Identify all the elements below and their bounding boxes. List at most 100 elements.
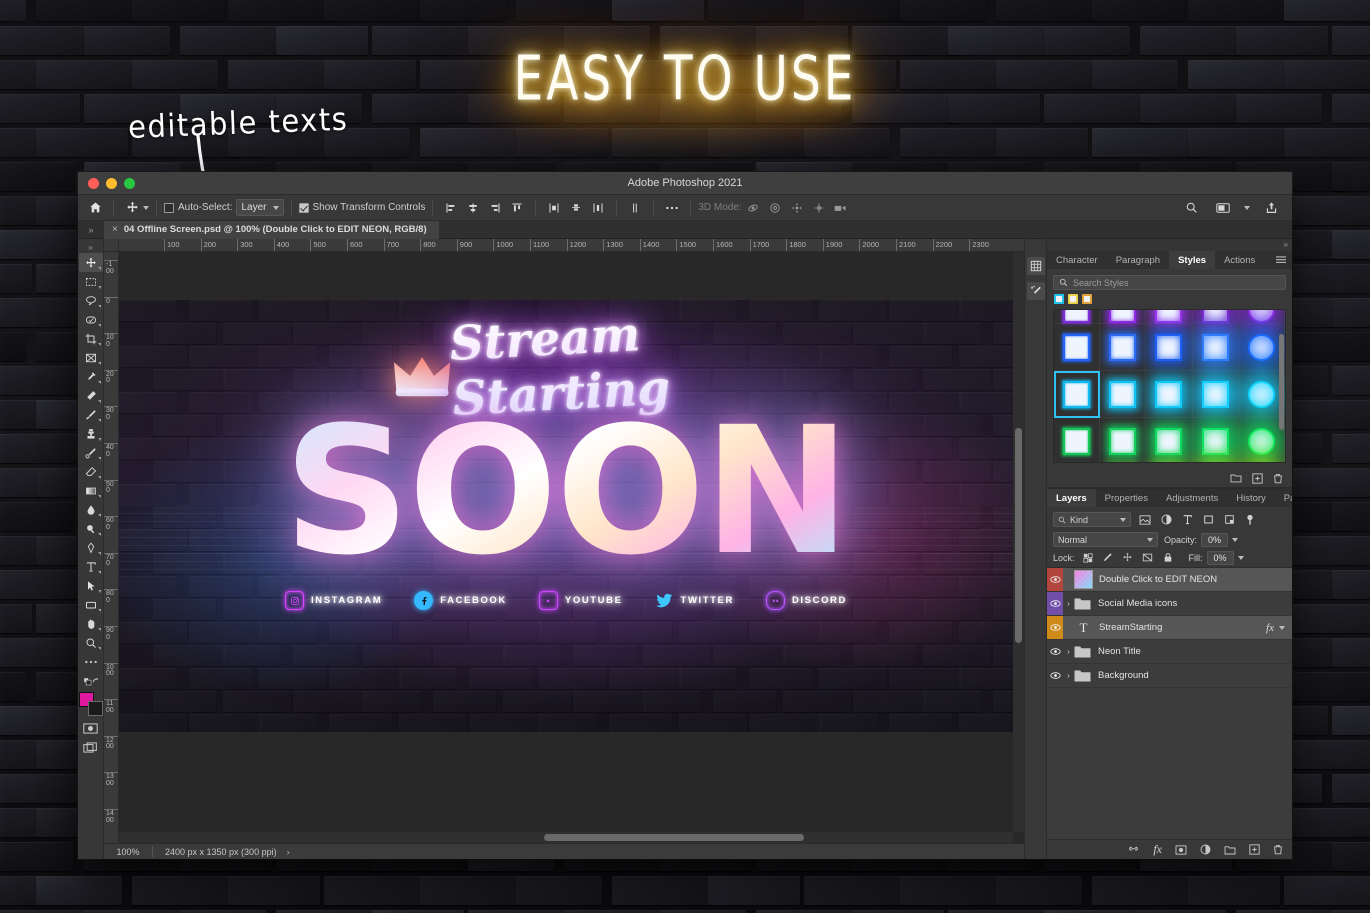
gradient-tool[interactable]: [79, 481, 103, 500]
color-swatches[interactable]: [78, 692, 103, 716]
layer-effects-indicator[interactable]: fx: [1266, 622, 1292, 634]
layer-color-tag[interactable]: [1047, 568, 1063, 591]
tab-properties[interactable]: Properties: [1096, 489, 1157, 507]
quick-mask-icon[interactable]: [79, 719, 103, 738]
clone-stamp-tool[interactable]: [79, 424, 103, 443]
dodge-tool[interactable]: [79, 519, 103, 538]
opacity-value[interactable]: 0%: [1201, 532, 1229, 547]
styles-grid[interactable]: [1054, 310, 1285, 462]
add-layer-style-icon[interactable]: fx: [1153, 842, 1162, 857]
canvas-vertical-scroll-thumb[interactable]: [1015, 428, 1022, 643]
scale-3d-icon[interactable]: [830, 198, 852, 218]
layer-expand-arrow[interactable]: ›: [1063, 599, 1074, 608]
styles-preset-swatches[interactable]: [1047, 294, 1292, 309]
chevron-down-icon[interactable]: [1279, 625, 1285, 630]
show-transform-control[interactable]: Show Transform Controls: [298, 202, 425, 213]
tab-styles[interactable]: Styles: [1169, 251, 1216, 269]
path-selection-tool[interactable]: [79, 576, 103, 595]
style-preset-swatch[interactable]: [1082, 294, 1092, 304]
background-color-swatch[interactable]: [87, 701, 103, 716]
pen-tool[interactable]: [79, 538, 103, 557]
tab-paths[interactable]: Paths: [1275, 489, 1292, 507]
new-folder-icon[interactable]: [1230, 473, 1242, 483]
style-swatch[interactable]: [1192, 324, 1239, 371]
table-row[interactable]: Double Click to EDIT NEON: [1047, 568, 1292, 592]
style-swatch[interactable]: [1054, 418, 1101, 462]
style-swatch[interactable]: [1238, 310, 1285, 324]
search-icon[interactable]: [1180, 198, 1202, 218]
shape-filter-icon[interactable]: [1201, 513, 1215, 527]
layer-name[interactable]: StreamStarting: [1099, 622, 1162, 633]
new-group-icon[interactable]: [1224, 845, 1236, 855]
toolbar-collapse-icon[interactable]: »: [79, 242, 103, 253]
rectangular-marquee-tool[interactable]: [79, 272, 103, 291]
panel-menu-icon[interactable]: [1270, 251, 1292, 269]
canvas-vertical-scrollbar[interactable]: [1013, 252, 1024, 832]
delete-icon[interactable]: [1273, 473, 1283, 484]
tab-character[interactable]: Character: [1047, 251, 1107, 269]
move-tool-icon[interactable]: [121, 198, 143, 218]
hand-tool[interactable]: [79, 614, 103, 633]
ellipsis-icon[interactable]: [661, 198, 683, 218]
style-swatch[interactable]: [1192, 371, 1239, 418]
zoom-tool[interactable]: [79, 633, 103, 652]
roll-3d-icon[interactable]: [764, 198, 786, 218]
lock-all-icon[interactable]: [1161, 551, 1175, 565]
screen-mode-icon[interactable]: [79, 738, 103, 757]
default-colors-icon[interactable]: [79, 671, 103, 690]
tab-paragraph[interactable]: Paragraph: [1107, 251, 1169, 269]
crop-tool[interactable]: [79, 329, 103, 348]
chevron-down-icon[interactable]: [1244, 205, 1250, 210]
history-brush-tool[interactable]: [79, 443, 103, 462]
layer-expand-arrow[interactable]: ›: [1063, 671, 1074, 680]
type-filter-icon[interactable]: [1180, 513, 1194, 527]
lock-image-pixels-icon[interactable]: [1101, 551, 1115, 565]
canvas-horizontal-scrollbar[interactable]: [119, 832, 1013, 843]
link-layers-icon[interactable]: [1127, 846, 1140, 854]
chevron-down-icon[interactable]: [1232, 537, 1239, 542]
style-preset-swatch[interactable]: [1054, 294, 1064, 304]
libraries-icon[interactable]: [1026, 257, 1045, 275]
style-swatch[interactable]: [1146, 324, 1193, 371]
layer-expand-arrow[interactable]: ›: [1063, 647, 1074, 656]
fill-control[interactable]: Fill: 0%: [1189, 550, 1244, 565]
tab-adjustments[interactable]: Adjustments: [1157, 489, 1227, 507]
artboard[interactable]: Stream Starting SOON INSTAGRAM FACEBOOK: [119, 300, 1013, 732]
canvas-viewport[interactable]: Stream Starting SOON INSTAGRAM FACEBOOK: [119, 252, 1024, 843]
chevron-down-icon[interactable]: [1237, 555, 1244, 560]
layer-color-tag[interactable]: [1047, 664, 1063, 687]
pixel-filter-icon[interactable]: [1138, 513, 1152, 527]
vertical-ruler[interactable]: -100 0 100 200 300 400 500 600 700 800 900 1000 1100…: [104, 252, 119, 843]
distribute-right-icon[interactable]: [587, 198, 609, 218]
distribute-vertical-icon[interactable]: [624, 198, 646, 218]
horizontal-ruler[interactable]: 100 200 300 400 500 600 700 800 900 1000 1100 1200 1…: [104, 239, 1024, 252]
lock-transparent-pixels-icon[interactable]: [1081, 551, 1095, 565]
style-preset-swatch[interactable]: [1068, 294, 1078, 304]
layer-name[interactable]: Neon Title: [1098, 646, 1141, 657]
distribute-left-icon[interactable]: [543, 198, 565, 218]
filter-toggle-icon[interactable]: [1243, 513, 1257, 527]
eyedropper-tool[interactable]: [79, 367, 103, 386]
blend-mode-dropdown[interactable]: Normal: [1053, 532, 1158, 547]
style-swatch[interactable]: [1100, 371, 1147, 418]
style-swatch[interactable]: [1146, 418, 1193, 462]
auto-select-scope-dropdown[interactable]: Layer: [236, 199, 284, 216]
layer-color-tag[interactable]: [1047, 592, 1063, 615]
style-swatch[interactable]: [1146, 371, 1193, 418]
layer-name[interactable]: Double Click to EDIT NEON: [1099, 574, 1217, 585]
tab-history[interactable]: History: [1227, 489, 1275, 507]
align-top-edges-icon[interactable]: [506, 198, 528, 218]
style-swatch[interactable]: [1054, 310, 1101, 324]
search-styles-input[interactable]: Search Styles: [1053, 275, 1286, 290]
styles-grid-container[interactable]: [1053, 309, 1286, 463]
document-tab[interactable]: × 04 Offline Screen.psd @ 100% (Double C…: [104, 220, 439, 239]
lasso-tool[interactable]: [79, 291, 103, 310]
layer-list[interactable]: Double Click to EDIT NEON › Social Media i…: [1047, 568, 1292, 839]
tab-actions[interactable]: Actions: [1215, 251, 1264, 269]
blur-tool[interactable]: [79, 500, 103, 519]
style-swatch[interactable]: [1192, 310, 1239, 324]
layer-name[interactable]: Background: [1098, 670, 1149, 681]
edit-toolbar-icon[interactable]: [79, 652, 103, 671]
new-fill-adjustment-icon[interactable]: [1200, 844, 1211, 855]
align-right-edges-icon[interactable]: [484, 198, 506, 218]
